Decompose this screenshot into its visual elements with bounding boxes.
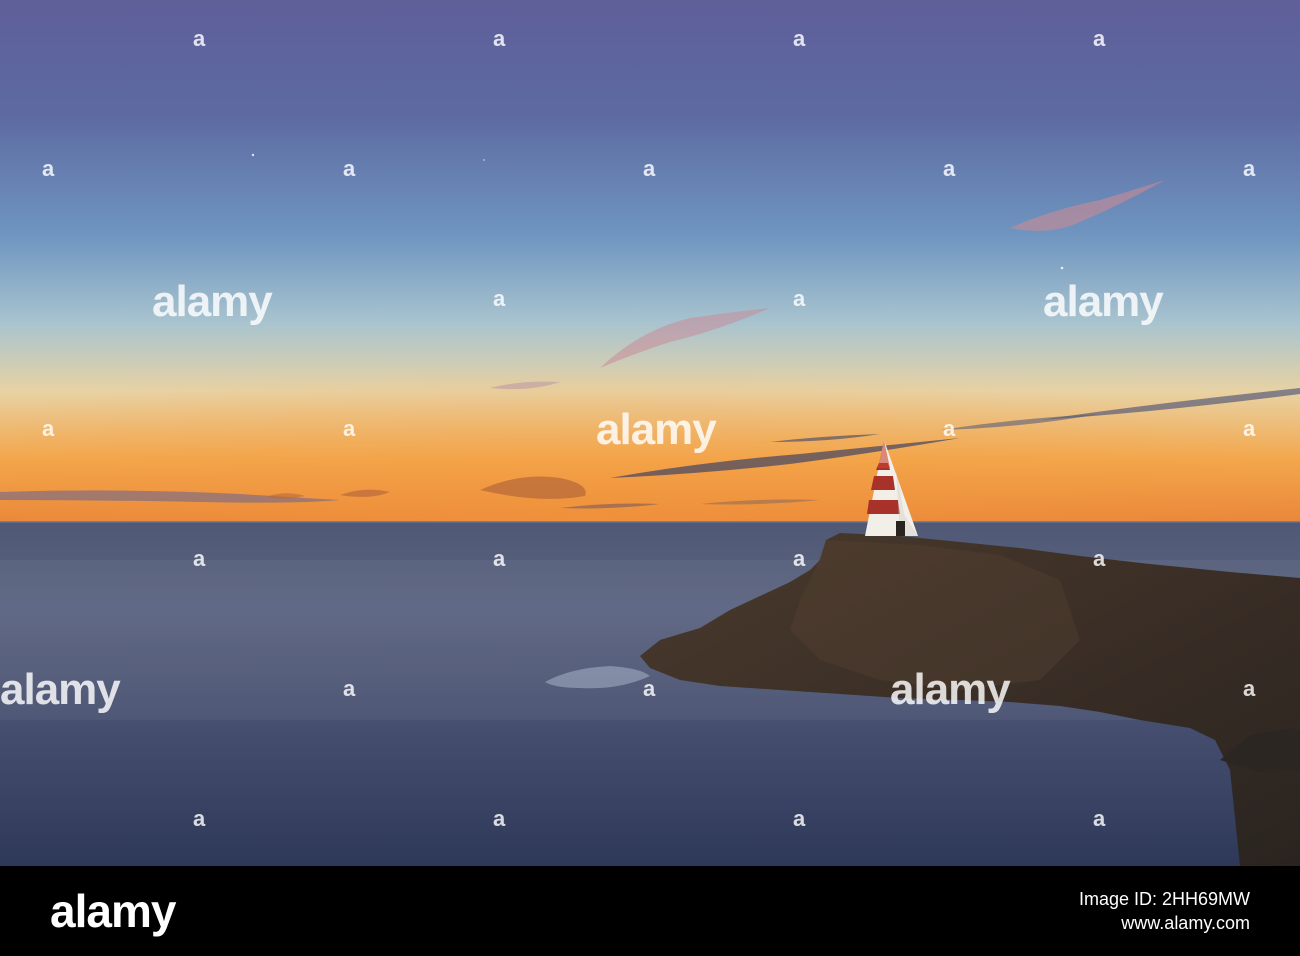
image-id-label: Image ID: 2HH69MW xyxy=(1078,889,1250,909)
photo xyxy=(0,0,1300,866)
star xyxy=(1060,266,1064,270)
seascape-scene xyxy=(0,0,1300,866)
footer-bar: alamy Image ID: 2HH69MW www.alamy.com xyxy=(0,866,1300,956)
footer-url[interactable]: www.alamy.com xyxy=(870,912,1250,934)
star xyxy=(483,159,485,161)
star xyxy=(251,153,255,157)
footer-logo: alamy xyxy=(50,885,176,937)
